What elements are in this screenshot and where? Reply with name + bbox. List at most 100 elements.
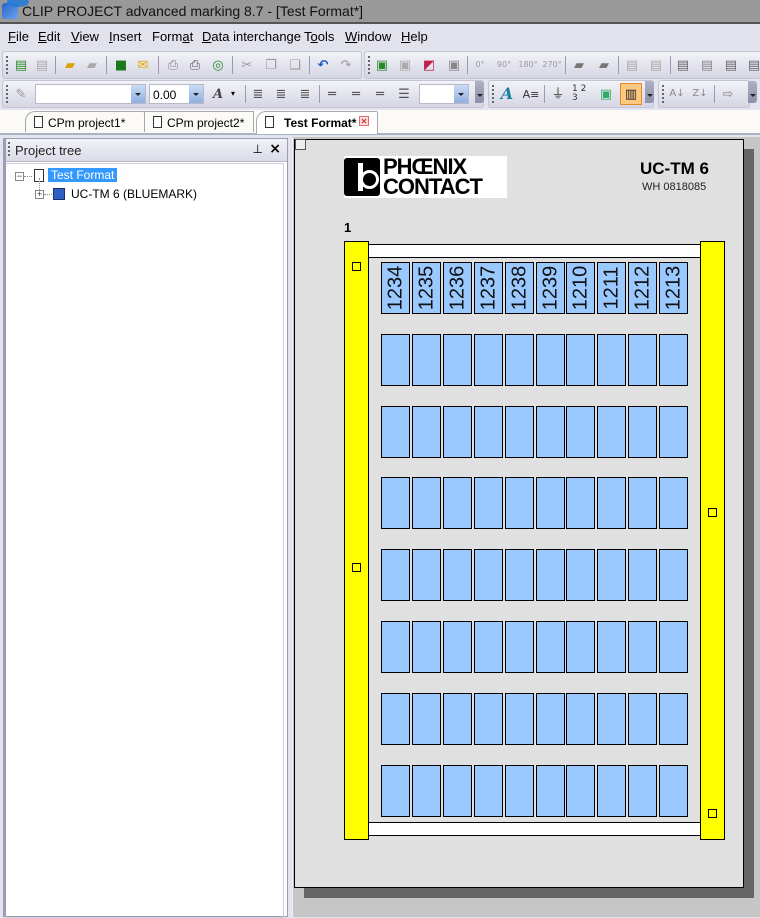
cut-icon[interactable]: ✂ (238, 56, 256, 74)
marker-cell[interactable] (659, 477, 688, 529)
marker-cell[interactable] (536, 549, 565, 601)
marker-cell[interactable]: 1237 (474, 262, 503, 314)
marker-cell[interactable] (536, 621, 565, 673)
valign-bottom-icon[interactable]: ═ (371, 85, 389, 103)
marker-cell[interactable] (443, 334, 472, 386)
marker-cell[interactable] (628, 621, 657, 673)
menu-tools[interactable]: Tools (304, 29, 334, 44)
menu-help[interactable]: Help (401, 29, 428, 44)
marker-cell[interactable] (566, 477, 595, 529)
copy-icon[interactable]: ❐ (262, 56, 280, 74)
justify-icon[interactable]: ☰ (395, 85, 413, 103)
marker-cell[interactable] (412, 621, 441, 673)
marker-cell[interactable] (628, 406, 657, 458)
label-icon[interactable]: ▤ (722, 56, 740, 74)
new-project-icon[interactable]: ▤ (12, 56, 30, 74)
marker-cell[interactable]: 1213 (659, 262, 688, 314)
toolbar-grip[interactable] (6, 85, 8, 103)
font-name-select[interactable] (35, 84, 146, 104)
marker-cell[interactable] (474, 621, 503, 673)
text-format-icon[interactable]: A≡ (522, 85, 540, 103)
menu-file[interactable]: File (8, 29, 29, 44)
marker-cell[interactable] (597, 693, 626, 745)
marker-cell[interactable] (505, 477, 534, 529)
delete-marker-icon[interactable]: ▣ (445, 56, 463, 74)
close-tab-icon[interactable]: ✕ (359, 116, 369, 126)
chevron-down-icon[interactable] (131, 85, 145, 103)
handle-square[interactable] (352, 262, 361, 271)
chevron-down-icon[interactable]: ▾ (229, 85, 237, 103)
duplicate-icon[interactable]: ▣ (396, 56, 414, 74)
marker-cell[interactable] (597, 549, 626, 601)
handle-square[interactable] (708, 809, 717, 818)
rotate-0-icon[interactable]: 0° (471, 56, 489, 74)
menu-format[interactable]: Format (152, 29, 193, 44)
marker-cell[interactable] (443, 621, 472, 673)
menu-view[interactable]: View (71, 29, 99, 44)
marker-cell[interactable] (381, 334, 410, 386)
menu-data-interchange[interactable]: Data interchange (202, 29, 301, 44)
valign-top-icon[interactable]: ═ (323, 85, 341, 103)
paste-icon[interactable]: ❏ (286, 56, 304, 74)
marker-cell[interactable] (536, 693, 565, 745)
marker-cell[interactable] (659, 334, 688, 386)
marker-cell[interactable] (597, 621, 626, 673)
tree-item-uc-tm6[interactable]: + UC-TM 6 (BLUEMARK) (35, 186, 235, 202)
export-arrow-icon[interactable]: ⇨ (719, 85, 737, 103)
rotate-90-icon[interactable]: 90° (495, 56, 513, 74)
carrier-left-rail[interactable] (344, 241, 369, 840)
valign-middle-icon[interactable]: ═ (347, 85, 365, 103)
marker-cell[interactable] (412, 693, 441, 745)
export-icon[interactable]: ✉ (134, 56, 152, 74)
marker-cell[interactable] (659, 549, 688, 601)
marker-cell[interactable] (628, 765, 657, 817)
marker-cell[interactable] (381, 477, 410, 529)
style-select[interactable] (419, 84, 469, 104)
chevron-down-icon[interactable] (454, 85, 468, 103)
marker-cell[interactable] (443, 765, 472, 817)
add-marker-icon[interactable]: ▣ (373, 56, 391, 74)
tab-cpm-project2[interactable]: CPm project2* (144, 111, 254, 132)
pin-icon[interactable]: ⊥ (253, 142, 263, 156)
sort-ascending-icon[interactable]: A↓ (668, 85, 686, 103)
marker-cell[interactable] (381, 549, 410, 601)
insert-icon[interactable]: ▤ (674, 56, 692, 74)
toolbar-overflow-button[interactable] (748, 81, 757, 103)
marker-cell[interactable] (659, 765, 688, 817)
marker-cell[interactable] (536, 477, 565, 529)
marker-cell[interactable] (443, 549, 472, 601)
marker-cell[interactable] (566, 549, 595, 601)
marker-cell[interactable] (597, 765, 626, 817)
marker-cell[interactable] (443, 693, 472, 745)
align-center-icon[interactable]: ≣ (272, 85, 290, 103)
marker-cell[interactable] (566, 693, 595, 745)
marker-cell[interactable]: 1234 (381, 262, 410, 314)
marker-cell[interactable] (505, 765, 534, 817)
tab-cpm-project1[interactable]: CPm project1* (25, 111, 145, 132)
marker-cell[interactable] (566, 765, 595, 817)
marker-cell[interactable] (474, 477, 503, 529)
marker-cell[interactable] (597, 334, 626, 386)
marker-cell[interactable] (505, 621, 534, 673)
eraser-icon[interactable]: ✎ (12, 85, 30, 103)
marker-cell[interactable] (597, 406, 626, 458)
tree-item-test-format[interactable]: − Test Format (15, 168, 215, 184)
toolbar-overflow-button[interactable] (645, 81, 654, 103)
marker-cell[interactable] (628, 334, 657, 386)
panel-grip[interactable] (8, 142, 10, 158)
toolbar-grip[interactable] (368, 56, 370, 74)
sort-descending-icon[interactable]: Z↓ (691, 85, 709, 103)
handle-square[interactable] (352, 563, 361, 572)
marker-cell[interactable] (412, 765, 441, 817)
toolbar-overflow-button[interactable] (475, 81, 484, 103)
table-icon[interactable]: ▤ (745, 56, 760, 74)
align-right-icon[interactable]: ≣ (296, 85, 314, 103)
marker-cell[interactable] (659, 406, 688, 458)
marker-cell[interactable] (474, 334, 503, 386)
marker-cell[interactable]: 1238 (505, 262, 534, 314)
marker-cell[interactable] (505, 406, 534, 458)
remove-icon[interactable]: ▰ (595, 56, 613, 74)
redo-icon[interactable]: ↷ (337, 56, 355, 74)
marker-cell[interactable] (628, 477, 657, 529)
print-icon[interactable]: ⎙ (164, 56, 182, 74)
